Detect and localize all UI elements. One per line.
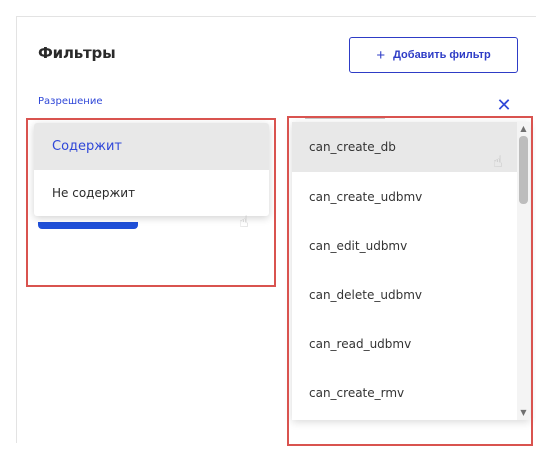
highlight-box-permissions — [287, 116, 533, 446]
plus-icon: + — [376, 46, 386, 64]
highlight-box-conditions — [26, 118, 276, 287]
close-icon[interactable]: ✕ — [493, 94, 515, 116]
add-filter-label: Добавить фильтр — [393, 49, 491, 61]
panel-title: Фильтры — [38, 44, 116, 62]
add-filter-button[interactable]: + Добавить фильтр — [349, 37, 518, 73]
filter-field-label: Разрешение — [38, 96, 103, 107]
